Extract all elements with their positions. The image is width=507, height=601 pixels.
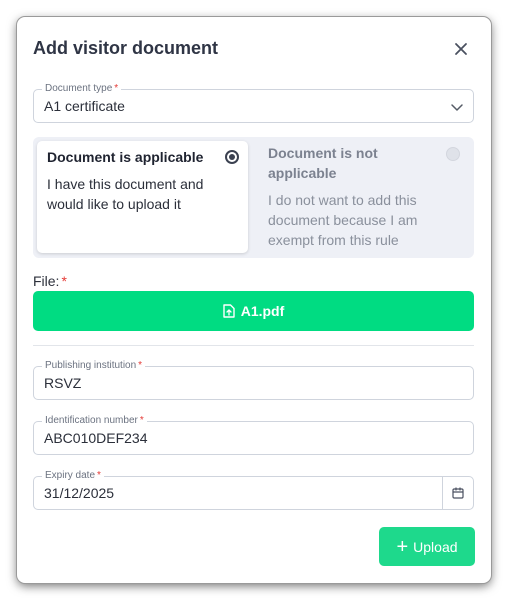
calendar-icon bbox=[452, 487, 464, 499]
plus-icon: + bbox=[396, 535, 409, 558]
file-label: File: * bbox=[33, 273, 67, 289]
file-upload-icon bbox=[223, 304, 235, 318]
identification-number-value: ABC010DEF234 bbox=[44, 430, 148, 446]
upload-button-label: Upload bbox=[413, 538, 458, 555]
radio-not-applicable[interactable] bbox=[446, 147, 460, 161]
add-visitor-document-dialog: Add visitor document Document type * A1 c… bbox=[17, 17, 491, 583]
document-type-select[interactable]: Document type * A1 certificate bbox=[33, 82, 474, 123]
publishing-institution-value: RSVZ bbox=[44, 375, 82, 391]
chevron-down-icon bbox=[451, 104, 463, 111]
file-name: A1.pdf bbox=[240, 303, 285, 319]
close-button[interactable] bbox=[451, 39, 471, 59]
option-applicable-description: I have this document and would like to u… bbox=[47, 176, 204, 212]
calendar-button[interactable] bbox=[442, 477, 473, 509]
applicability-options: Document is applicable I have this docum… bbox=[33, 137, 474, 258]
file-upload-button[interactable]: A1.pdf bbox=[33, 291, 474, 331]
divider bbox=[33, 345, 474, 346]
dialog-title: Add visitor document bbox=[33, 38, 219, 58]
option-not-applicable-title[interactable]: Document is not applicable bbox=[268, 143, 418, 183]
expiry-date-value: 31/12/2025 bbox=[44, 485, 115, 501]
radio-applicable-selected[interactable] bbox=[225, 150, 239, 164]
option-applicable[interactable]: Document is applicable I have this docum… bbox=[37, 141, 248, 253]
document-type-value: A1 certificate bbox=[44, 98, 125, 114]
document-type-label: Document type * bbox=[42, 82, 122, 96]
identification-number-field[interactable]: Identification number * ABC010DEF234 bbox=[33, 414, 474, 455]
option-not-applicable-description: I do not want to add this document becau… bbox=[268, 192, 418, 248]
expiry-date-label: Expiry date * bbox=[42, 469, 104, 483]
identification-number-label: Identification number * bbox=[42, 414, 147, 428]
close-icon bbox=[455, 43, 467, 55]
expiry-date-field[interactable]: Expiry date * 31/12/2025 bbox=[33, 469, 474, 510]
publishing-institution-field[interactable]: Publishing institution * RSVZ bbox=[33, 359, 474, 400]
option-applicable-title: Document is applicable bbox=[47, 149, 204, 165]
publishing-institution-label: Publishing institution * bbox=[42, 359, 146, 373]
upload-button[interactable]: + Upload bbox=[379, 527, 475, 566]
